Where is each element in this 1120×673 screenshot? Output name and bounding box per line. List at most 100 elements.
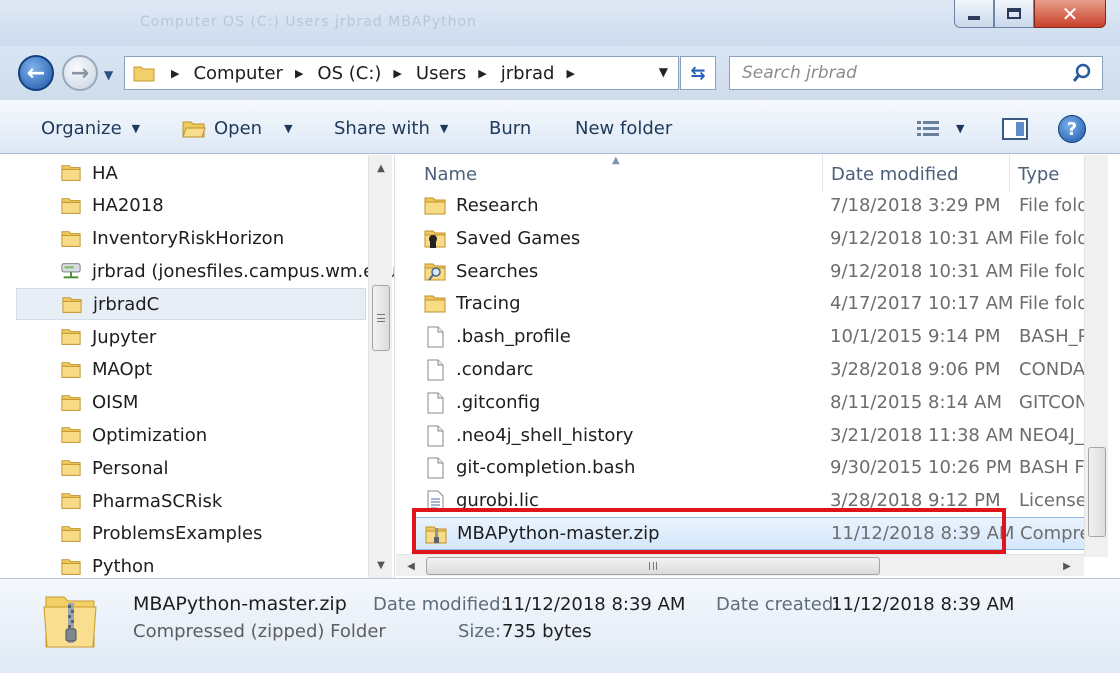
search-icon[interactable] <box>1072 63 1092 83</box>
file-row[interactable]: gurobi.lic 3/28/2018 9:12 PM License File <box>414 484 1096 517</box>
file-row[interactable]: git-completion.bash 9/30/2015 10:26 PM BAS… <box>414 451 1096 484</box>
burn-label: Burn <box>489 118 532 139</box>
breadcrumb-computer[interactable]: Computer <box>193 63 282 84</box>
breadcrumb-os-c[interactable]: OS (C:) <box>317 63 381 84</box>
breadcrumb-separator-icon[interactable]: ▶ <box>295 67 303 80</box>
details-size-label: Size: <box>458 621 502 642</box>
nav-tree-item[interactable]: InventoryRiskHorizon <box>16 223 366 255</box>
file-list-scrollbar[interactable] <box>1084 155 1108 557</box>
nav-tree-item[interactable]: Personal <box>16 452 366 484</box>
file-name: .neo4j_shell_history <box>456 424 634 446</box>
back-button[interactable]: ← <box>18 55 54 91</box>
maximize-button[interactable] <box>994 0 1034 28</box>
file-name: Searches <box>456 260 539 282</box>
file-row[interactable]: Research 7/18/2018 3:29 PM File folder <box>414 189 1096 222</box>
file-row[interactable]: .condarc 3/28/2018 9:06 PM CONDARC File <box>414 353 1096 386</box>
nav-tree-item-label: HA2018 <box>92 195 164 217</box>
file-icon <box>427 457 444 479</box>
scroll-down-icon[interactable]: ▼ <box>369 554 393 576</box>
close-button[interactable]: ✕ <box>1034 0 1106 28</box>
help-icon[interactable]: ? <box>1058 115 1086 143</box>
minimize-button[interactable] <box>954 0 994 28</box>
column-header-date-modified[interactable]: Date modified <box>823 155 1009 193</box>
file-row[interactable]: MBAPython-master.zip 11/12/2018 8:39 AM Co… <box>414 517 1096 550</box>
scroll-right-icon[interactable]: ▶ <box>1056 555 1078 577</box>
change-view-icon[interactable] <box>916 120 940 138</box>
nav-tree-item[interactable]: jrbradC <box>16 288 366 321</box>
file-name: gurobi.lic <box>456 490 539 512</box>
organize-label: Organize <box>41 118 122 139</box>
column-header-date-label: Date modified <box>831 163 959 185</box>
file-row[interactable]: .bash_profile 10/1/2015 9:14 PM BASH_PROFI… <box>414 320 1096 353</box>
file-date-modified: 3/28/2018 9:06 PM <box>830 359 1001 380</box>
breadcrumb-users[interactable]: Users <box>416 63 466 84</box>
search-input[interactable] <box>742 63 1062 83</box>
refresh-button[interactable]: ⇆ <box>680 56 716 90</box>
folder-icon <box>61 329 81 345</box>
file-name: .bash_profile <box>456 326 571 348</box>
back-arrow-icon: ← <box>26 60 46 86</box>
folder-icon <box>61 198 81 214</box>
breadcrumb-separator-icon[interactable]: ▶ <box>566 67 574 80</box>
nav-tree-item-label: PharmaSCRisk <box>92 490 223 512</box>
file-date-modified: 3/28/2018 9:12 PM <box>830 490 1001 512</box>
scroll-thumb[interactable] <box>426 557 880 575</box>
nav-tree-item[interactable]: Jupyter <box>16 321 366 353</box>
breadcrumb-separator-icon[interactable]: ▶ <box>393 67 401 80</box>
new-folder-button[interactable]: New folder <box>575 118 672 139</box>
file-name: Tracing <box>456 293 521 315</box>
file-row[interactable]: .neo4j_shell_history 3/21/2018 11:38 AM NE… <box>414 419 1096 452</box>
address-row: ← → ▼ ▶ Computer ▶ OS (C:) ▶ Users ▶ jrb… <box>0 46 1120 100</box>
nav-tree-item[interactable]: HA <box>16 157 366 189</box>
file-row[interactable]: Saved Games 9/12/2018 10:31 AMFile folder <box>414 222 1096 255</box>
nav-tree-item[interactable]: OISM <box>16 387 366 419</box>
recent-pages-dropdown[interactable]: ▼ <box>104 68 113 82</box>
nav-tree-item-label: HA <box>92 162 118 184</box>
file-list[interactable]: ▲ Name Date modified Type Research 7/18/2… <box>396 155 1096 578</box>
details-date-created-label: Date created: <box>716 594 840 615</box>
burn-button[interactable]: Burn <box>489 118 531 139</box>
file-date-modified: 4/17/2017 10:17 AM <box>830 293 1014 315</box>
nav-tree-item[interactable]: HA2018 <box>16 190 366 222</box>
text-file-icon <box>427 490 444 512</box>
file-row[interactable]: Searches 9/12/2018 10:31 AMFile folder <box>414 255 1096 288</box>
preview-pane-icon[interactable] <box>1002 118 1028 140</box>
organize-button[interactable]: Organize ▼ <box>41 118 140 139</box>
nav-tree-item-label: Python <box>92 556 155 578</box>
search-box[interactable] <box>729 56 1103 90</box>
searches-folder-icon <box>424 263 446 281</box>
view-options-dropdown[interactable]: ▼ <box>956 122 964 135</box>
share-with-button[interactable]: Share with ▼ <box>334 118 448 139</box>
zip-folder-icon <box>425 526 447 544</box>
folder-icon <box>61 394 81 411</box>
address-history-dropdown[interactable]: ▼ <box>659 65 668 79</box>
address-bar[interactable]: ▶ Computer ▶ OS (C:) ▶ Users ▶ jrbrad ▶ … <box>124 56 679 90</box>
nav-tree-item[interactable]: ProblemsExamples <box>16 518 366 550</box>
nav-tree-item-label: InventoryRiskHorizon <box>92 228 285 250</box>
nav-tree-item[interactable]: Optimization <box>16 419 366 451</box>
scroll-up-icon[interactable]: ▲ <box>369 157 393 179</box>
folder-icon <box>133 66 155 82</box>
folder-icon <box>424 295 446 313</box>
file-row[interactable]: .gitconfig 8/11/2015 8:14 AM GITCONFIG Fil… <box>414 386 1096 419</box>
file-icon <box>427 425 444 447</box>
details-file-name: MBAPython-master.zip <box>133 593 347 615</box>
navigation-pane-scrollbar[interactable]: ▲ ▼ <box>368 155 392 578</box>
breadcrumb-separator-icon[interactable]: ▶ <box>171 67 179 80</box>
nav-tree-item[interactable]: Python <box>16 551 366 578</box>
breadcrumb-separator-icon[interactable]: ▶ <box>478 67 486 80</box>
nav-tree-item[interactable]: MAOpt <box>16 354 366 386</box>
nav-tree-item[interactable]: PharmaSCRisk <box>16 485 366 517</box>
forward-button[interactable]: → <box>62 55 98 91</box>
file-list-horizontal-scrollbar[interactable]: ◀ ▶ <box>396 554 1084 576</box>
nav-tree-item[interactable]: jrbrad (jonesfiles.campus.wm.edu <box>16 255 394 287</box>
breadcrumb-jrbrad[interactable]: jrbrad <box>501 63 555 84</box>
open-button[interactable]: Open ▼ <box>182 118 293 139</box>
column-header-name[interactable]: Name <box>416 155 822 193</box>
scroll-thumb[interactable] <box>1088 447 1106 537</box>
file-row[interactable]: Tracing 4/17/2017 10:17 AMFile folder <box>414 287 1096 320</box>
zip-folder-icon <box>43 596 97 648</box>
scroll-left-icon[interactable]: ◀ <box>400 555 422 577</box>
navigation-pane[interactable]: HA HA2018 InventoryRiskHorizon jrbrad (jone… <box>0 155 395 578</box>
scroll-thumb[interactable] <box>372 285 390 351</box>
